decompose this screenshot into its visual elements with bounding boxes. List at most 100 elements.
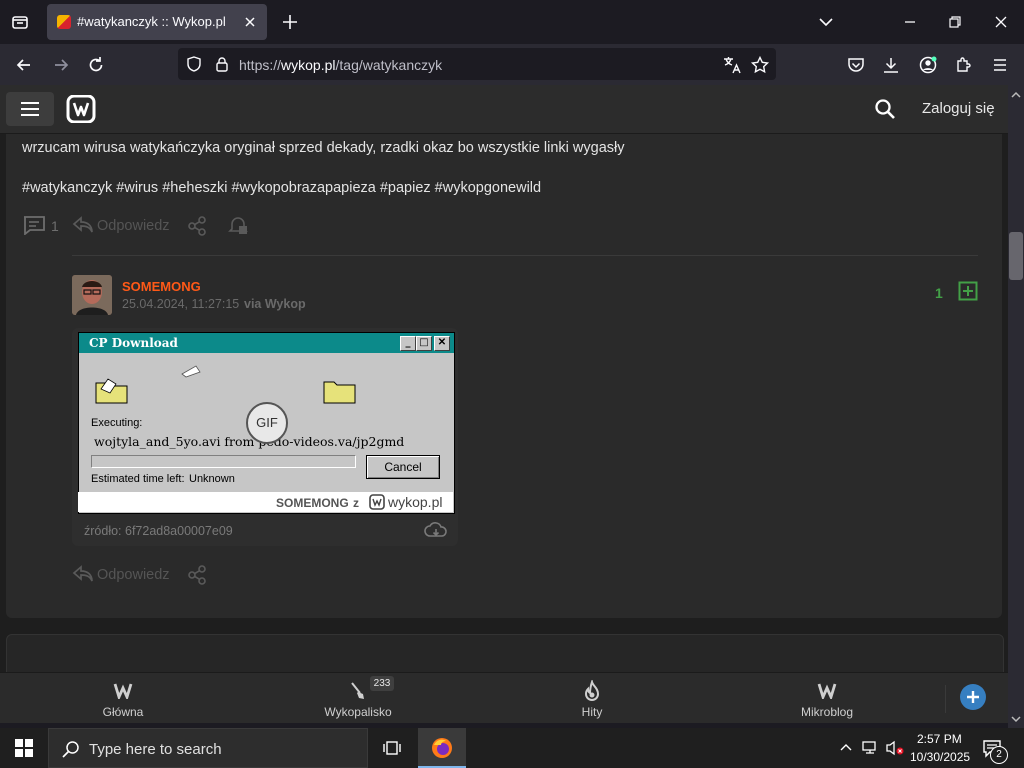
browser-tab-bar: #watykanczyk :: Wykop.pl	[0, 0, 1024, 44]
hamburger-menu-button[interactable]	[6, 92, 54, 126]
download-icon[interactable]	[881, 55, 901, 75]
watermark-user: SOMEMONG	[276, 496, 349, 510]
gif-play-badge[interactable]: GIF	[246, 402, 288, 444]
cloud-download-icon[interactable]	[424, 520, 448, 540]
home-wykop-icon[interactable]	[113, 681, 133, 699]
bookmark-star-icon[interactable]	[750, 55, 770, 75]
source-folder-icon	[95, 375, 129, 405]
nav-item-wykopalisko[interactable]: Wykopalisko	[324, 705, 391, 719]
share-icon[interactable]	[186, 215, 208, 237]
tab-list-icon[interactable]	[10, 12, 30, 32]
extensions-icon[interactable]	[954, 55, 974, 75]
back-icon[interactable]	[14, 55, 34, 75]
add-post-button[interactable]	[960, 684, 986, 710]
scrollbar-thumb[interactable]	[1009, 232, 1023, 280]
comment-icon[interactable]	[22, 215, 46, 235]
content-area: wrzucam wirusa watykańczyka oryginał spr…	[0, 134, 1008, 674]
taskbar-date[interactable]: 10/30/2025	[910, 750, 970, 764]
taskbar-search-placeholder: Type here to search	[89, 741, 222, 758]
task-view-icon[interactable]	[382, 738, 402, 758]
fire-icon[interactable]	[582, 680, 602, 702]
lock-icon[interactable]	[213, 55, 231, 73]
post-tags[interactable]: #watykanczyk #wirus #heheszki #wykopobra…	[22, 180, 541, 196]
vote-count: 1	[935, 285, 943, 301]
dialog-time-left-value: Unknown	[189, 473, 235, 485]
volume-muted-icon[interactable]	[885, 740, 905, 756]
dialog-cancel-button: Cancel	[366, 455, 440, 479]
windows-start-icon[interactable]	[14, 738, 34, 758]
search-icon[interactable]	[874, 98, 896, 120]
shovel-icon[interactable]	[348, 681, 368, 701]
browser-tab[interactable]: #watykanczyk :: Wykop.pl	[47, 4, 267, 40]
network-icon[interactable]	[862, 740, 880, 756]
app-menu-icon[interactable]	[990, 55, 1010, 75]
watermark-logo-icon	[369, 494, 385, 510]
taskbar-firefox-button[interactable]	[418, 728, 466, 768]
reply-link[interactable]: Odpowiedz	[97, 218, 170, 234]
notification-count-badge: 2	[990, 746, 1008, 764]
target-folder-icon	[323, 377, 357, 405]
tray-chevron-up-icon[interactable]	[838, 740, 854, 756]
comment-via: via Wykop	[244, 297, 306, 311]
wykop-logo-icon[interactable]	[66, 95, 96, 123]
nav-item-mikroblog[interactable]: Mikroblog	[801, 705, 853, 719]
bottom-navigation: Główna Wykopalisko Hity Mikroblog	[0, 672, 1008, 723]
dialog-time-left-label: Estimated time left:	[91, 473, 185, 485]
mikroblog-icon[interactable]	[817, 681, 837, 699]
taskbar-search-box[interactable]: Type here to search	[48, 728, 368, 768]
avatar[interactable]	[72, 275, 112, 315]
shield-icon[interactable]	[185, 55, 203, 73]
new-tab-icon[interactable]	[280, 12, 300, 32]
login-link[interactable]: Zaloguj się	[922, 100, 995, 117]
minimize-icon[interactable]	[900, 12, 920, 32]
close-tab-icon[interactable]	[241, 13, 259, 31]
site-header	[0, 85, 1008, 134]
forward-icon[interactable]	[51, 55, 71, 75]
nav-item-hity[interactable]: Hity	[582, 705, 603, 719]
watermark-z: z	[353, 496, 359, 510]
wykop-favicon-icon	[57, 15, 71, 29]
comment-date: 25.04.2024, 11:27:15	[122, 297, 240, 311]
account-icon[interactable]	[918, 55, 938, 75]
notification-bell-icon[interactable]	[227, 214, 249, 236]
comment-author[interactable]: SOMEMONG	[122, 279, 201, 294]
comment-count: 1	[51, 218, 59, 234]
taskbar-search-icon	[61, 739, 81, 759]
close-window-icon[interactable]	[991, 12, 1011, 32]
firefox-icon	[431, 737, 453, 759]
upvote-plus-button[interactable]	[958, 281, 978, 301]
reply-icon[interactable]	[72, 216, 94, 234]
dialog-progress-bar	[91, 455, 356, 468]
url-host: wykop.pl	[281, 57, 336, 73]
dialog-maximize-icon: □	[416, 336, 432, 351]
url-scheme: https://	[239, 57, 282, 73]
comment-share-icon[interactable]	[186, 564, 208, 586]
wykop-watermark: SOMEMONG z wykop.pl	[78, 492, 453, 512]
url-text[interactable]: https://wykop.pl/tag/watykanczyk	[239, 57, 442, 73]
post-text: wrzucam wirusa watykańczyka oryginał spr…	[22, 140, 625, 156]
pocket-icon[interactable]	[846, 55, 866, 75]
image-source: źródło: 6f72ad8a00007e09	[84, 524, 233, 538]
scrollbar-track[interactable]	[1008, 85, 1024, 728]
watermark-site: wykop.pl	[388, 494, 443, 510]
nav-divider	[945, 685, 946, 713]
tab-title: #watykanczyk :: Wykop.pl	[77, 14, 226, 29]
translate-icon[interactable]	[722, 55, 742, 75]
comment-reply-icon[interactable]	[72, 565, 94, 583]
dialog-executing-label: Executing:	[91, 417, 143, 429]
taskbar-time[interactable]: 2:57 PM	[917, 732, 962, 746]
chevron-down-icon[interactable]	[816, 12, 836, 32]
nav-item-glowna[interactable]: Główna	[103, 705, 144, 719]
flying-paper-icon	[179, 363, 203, 379]
restore-icon[interactable]	[945, 12, 965, 32]
scroll-down-icon[interactable]	[1010, 714, 1022, 724]
comment-reply-link[interactable]: Odpowiedz	[97, 567, 170, 583]
next-post-card	[6, 634, 1004, 674]
reload-icon[interactable]	[86, 55, 106, 75]
wykopalisko-count-badge: 233	[370, 676, 394, 691]
dialog-title: CP Download	[89, 336, 178, 350]
scroll-up-icon[interactable]	[1010, 90, 1022, 100]
dialog-titlebar: CP Download _ □ ✕	[79, 333, 454, 353]
dialog-minimize-icon: _	[400, 336, 416, 351]
url-path: /tag/watykanczyk	[335, 57, 443, 73]
